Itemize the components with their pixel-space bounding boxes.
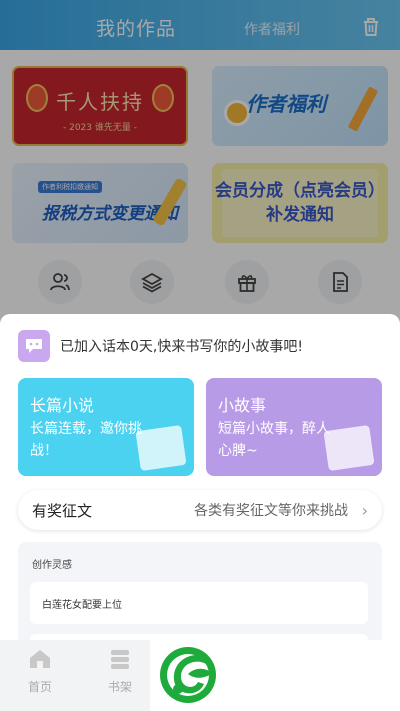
- chevron-right-icon: ›: [361, 500, 368, 520]
- nav-home-label: 首页: [27, 680, 52, 694]
- card-desc: 长篇连载，邀你挑战！: [30, 421, 142, 459]
- inspiration-title: 创作灵感: [32, 560, 72, 571]
- essay-contest-row[interactable]: 有奖征文 各类有奖征文等你来挑战 ›: [18, 490, 382, 530]
- long-novel-card[interactable]: 长篇小说 长篇连载，邀你挑战！: [18, 378, 194, 476]
- bottom-nav: 首页 书架: [0, 640, 150, 711]
- card-desc: 短篇小故事，醉人心脾~: [218, 421, 330, 459]
- notes-icon: [323, 424, 375, 472]
- home-icon: [30, 650, 50, 668]
- app-logo-icon: [160, 647, 216, 703]
- nav-bookshelf[interactable]: 书架: [95, 648, 145, 695]
- notice-text: 已加入话本0天,快来书写你的小故事吧!: [60, 339, 303, 355]
- book-icon: [135, 424, 187, 472]
- inspiration-item[interactable]: 白莲花女配要上位: [30, 582, 368, 624]
- bookshelf-icon: [111, 650, 129, 669]
- card-title: 长篇小说: [30, 396, 95, 415]
- nav-bookshelf-label: 书架: [107, 680, 132, 694]
- app-logo-area: [150, 640, 400, 711]
- chat-bubble-icon: [18, 330, 50, 362]
- nav-home[interactable]: 首页: [15, 648, 65, 695]
- card-title: 小故事: [218, 396, 267, 415]
- contest-subtitle: 各类有奖征文等你来挑战: [194, 503, 348, 519]
- short-story-card[interactable]: 小故事 短篇小故事，醉人心脾~: [206, 378, 382, 476]
- contest-title: 有奖征文: [32, 501, 93, 520]
- join-notice: 已加入话本0天,快来书写你的小故事吧!: [18, 330, 303, 362]
- inspiration-item-text: 白莲花女配要上位: [42, 600, 122, 611]
